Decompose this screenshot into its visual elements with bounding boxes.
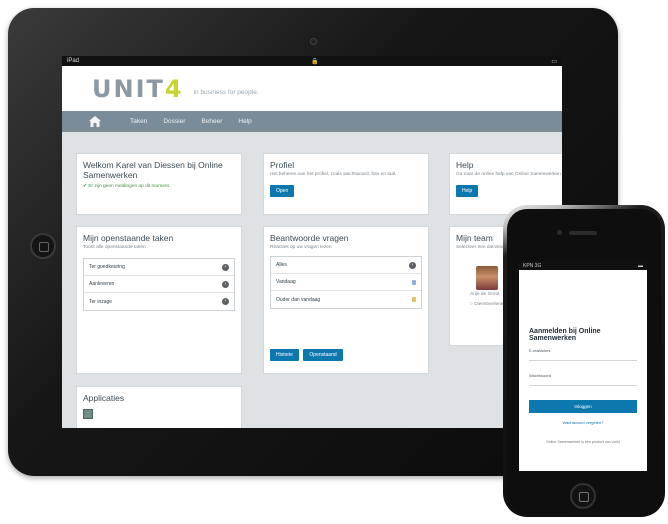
profile-description: Het beheren van het profiel, zoals wacht… — [270, 172, 397, 177]
notification-message: ✔ Er zijn geen meldingen op dit moment. — [83, 184, 171, 189]
answered-label: Ouder dan vandaag — [276, 296, 321, 303]
task-label: Ter inzage — [89, 298, 113, 305]
logo-text: UNIT — [92, 74, 165, 103]
tasks-subtitle: Toont alle openstaande taken — [83, 245, 146, 250]
lock-icon: 🔒 — [311, 58, 319, 65]
iphone-carrier: KPN 3G — [523, 262, 542, 269]
battery-icon: ▭ — [551, 58, 557, 65]
answered-questions-card: Beantwoorde vragen Reacties op uw vragen… — [263, 226, 429, 374]
unit4-logo[interactable]: UNIT4 — [92, 75, 184, 103]
forgot-password-link[interactable]: Wachtwoord vergeten? — [519, 420, 647, 425]
apps-card: Applicaties — [76, 386, 242, 428]
answered-title: Beantwoorde vragen — [270, 233, 349, 243]
chevron-right-icon: › — [409, 261, 416, 269]
team-member-avatar[interactable] — [476, 266, 498, 290]
tagline: in business for people. — [193, 89, 259, 96]
help-title: Help — [456, 160, 474, 170]
iphone-device: KPN 3G ▬ Aanmelden bij Online Samenwerke… — [503, 205, 665, 517]
app-icon[interactable] — [83, 409, 93, 419]
iphone-screen: KPN 3G ▬ Aanmelden bij Online Samenwerke… — [519, 261, 647, 471]
answered-subtitle: Reacties op uw vragen lezen — [270, 245, 332, 250]
chevron-right-icon: › — [222, 263, 229, 271]
email-label: E-mailadres — [529, 348, 551, 353]
login-title: Aanmelden bij Online Samenwerken — [529, 328, 601, 342]
profile-open-button[interactable]: Open — [270, 185, 295, 197]
history-button[interactable]: Historie — [270, 349, 299, 361]
profile-card: Profiel Het beheren van het profiel, zoa… — [263, 153, 429, 215]
profile-title: Profiel — [270, 160, 295, 170]
list-item[interactable]: Ter inzage › — [84, 293, 234, 310]
answered-label: Vandaag — [276, 279, 296, 285]
welcome-title: Welkom Karel van Diessen bij Online Same… — [83, 160, 223, 180]
nav-item-dossier[interactable]: Dossier — [163, 118, 185, 125]
app-header: UNIT4 in business for people. — [62, 66, 562, 111]
chevron-right-icon: › — [222, 298, 229, 305]
ipad-camera — [310, 38, 317, 45]
apps-title: Applicaties — [83, 393, 125, 403]
nav-item-beheer[interactable]: Beheer — [201, 118, 222, 125]
help-description: Ga naar de online help van Online Samenw… — [456, 172, 561, 177]
nav-item-help[interactable]: Help — [238, 118, 251, 125]
password-field[interactable] — [529, 384, 637, 386]
count-badge — [412, 297, 416, 302]
nav-item-taken[interactable]: Taken — [130, 118, 147, 125]
main-nav: Taken Dossier Beheer Help — [62, 111, 562, 132]
ipad-home-button[interactable] — [30, 233, 56, 259]
open-button[interactable]: Openstaand — [303, 349, 343, 361]
list-item[interactable]: Vandaag — [271, 274, 421, 291]
answered-label: Alles — [276, 262, 287, 268]
ipad-status-bar: iPad 🔒 ▭ — [62, 56, 562, 66]
tasks-list: Ter goedkeuring › Aanleveren › Ter inzag… — [83, 258, 235, 311]
chevron-right-icon: › — [222, 280, 229, 288]
list-item[interactable]: Ter goedkeuring › — [84, 259, 234, 276]
footer-text: Online Samenwerken is een product van Un… — [545, 440, 621, 444]
radio-label: Dienstverlener — [474, 302, 506, 307]
count-badge — [412, 279, 416, 285]
home-icon[interactable] — [76, 111, 114, 132]
email-field[interactable] — [529, 359, 637, 361]
task-label: Aanleveren — [89, 281, 115, 287]
task-label: Ter goedkeuring — [89, 264, 125, 270]
iphone-camera — [557, 230, 562, 235]
iphone-home-button[interactable] — [570, 483, 596, 509]
ipad-screen: iPad 🔒 ▭ UNIT4 in business for people. T… — [62, 56, 562, 428]
tasks-title: Mijn openstaande taken — [83, 233, 174, 243]
battery-icon: ▬ — [638, 262, 643, 269]
logo-four: 4 — [164, 74, 184, 103]
answered-list: Alles › Vandaag Ouder dan vandaag — [270, 256, 422, 309]
list-item[interactable]: Ouder dan vandaag — [271, 291, 421, 308]
tasks-card: Mijn openstaande taken Toont alle openst… — [76, 226, 242, 374]
welcome-card: Welkom Karel van Diessen bij Online Same… — [76, 153, 242, 215]
iphone-speaker — [569, 231, 597, 235]
login-button[interactable]: Inloggen — [529, 400, 637, 413]
list-item[interactable]: Aanleveren › — [84, 276, 234, 293]
carrier-label: iPad — [67, 58, 80, 64]
help-button[interactable]: Help — [456, 185, 479, 197]
list-item[interactable]: Alles › — [271, 257, 421, 274]
iphone-status-bar: KPN 3G ▬ — [519, 261, 647, 270]
password-label: Wachtwoord — [529, 373, 552, 378]
